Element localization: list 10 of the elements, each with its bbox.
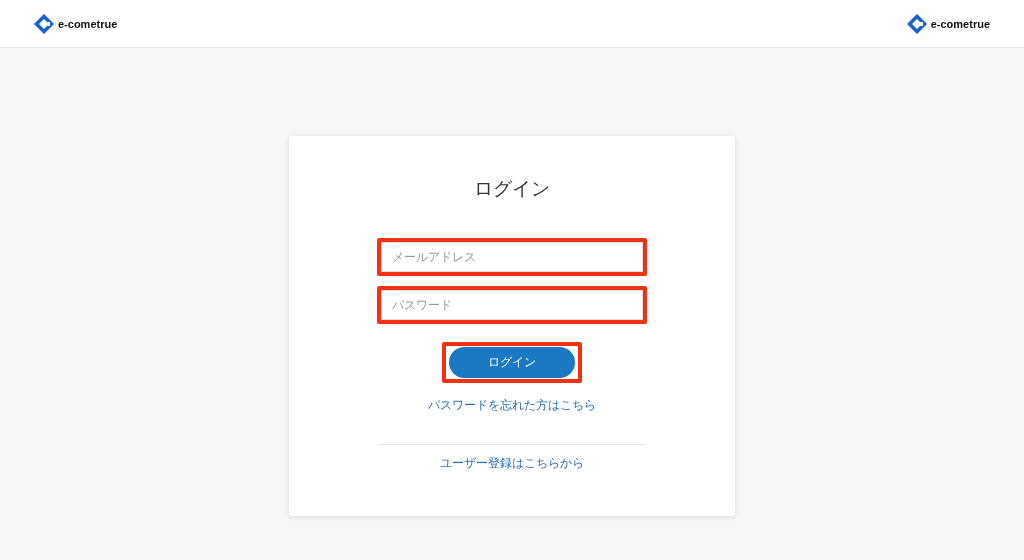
email-field[interactable]: メールアドレス <box>381 242 643 272</box>
forgot-password-link[interactable]: パスワードを忘れた方はこちら <box>428 397 596 414</box>
login-title: ログイン <box>474 176 550 201</box>
register-link[interactable]: ユーザー登録はこちらから <box>440 455 584 472</box>
logo-text: e-cometrue <box>58 17 118 30</box>
logo-icon <box>906 13 927 34</box>
login-button[interactable]: ログイン <box>449 347 575 378</box>
logo-icon <box>34 13 54 34</box>
password-field[interactable]: パスワード <box>381 290 643 320</box>
logo-text: e-cometrue <box>930 17 990 30</box>
